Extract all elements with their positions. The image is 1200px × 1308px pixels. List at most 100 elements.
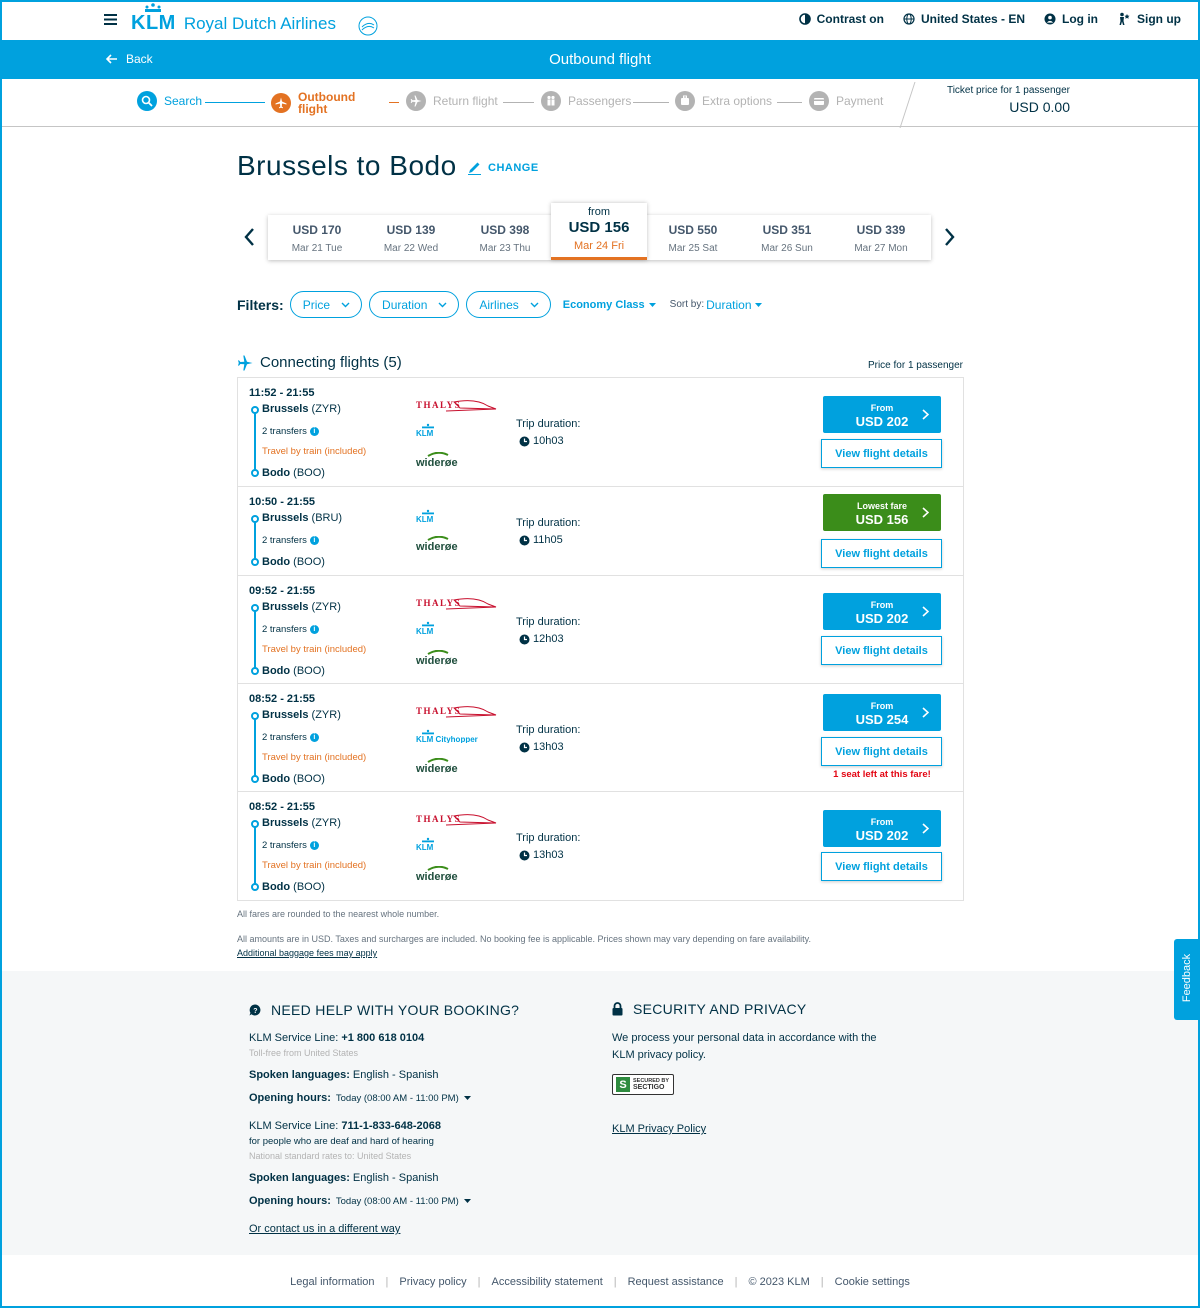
destination-city: Bodo bbox=[262, 665, 291, 677]
request-assistance-link[interactable]: Request assistance bbox=[628, 1276, 724, 1288]
signup-label: Sign up bbox=[1137, 12, 1181, 26]
price-filter[interactable]: Price bbox=[289, 291, 363, 318]
filter-label: Duration bbox=[382, 297, 428, 312]
change-route-button[interactable]: CHANGE bbox=[467, 160, 539, 175]
view-flight-details-button[interactable]: View flight details bbox=[821, 539, 942, 568]
select-fare-button[interactable]: From USD 202 bbox=[823, 396, 941, 433]
baggage-fees-link[interactable]: Additional baggage fees may apply bbox=[237, 948, 377, 958]
view-flight-details-button[interactable]: View flight details bbox=[821, 636, 942, 665]
view-flight-details-button[interactable]: View flight details bbox=[821, 439, 942, 468]
date-option[interactable]: USD 339 Mar 27 Mon bbox=[834, 215, 928, 260]
help-title: NEED HELP WITH YOUR BOOKING? bbox=[271, 1002, 520, 1018]
contrast-label: Contrast on bbox=[816, 12, 884, 26]
ticket-price-label: Ticket price for 1 passenger bbox=[946, 85, 1070, 96]
previous-dates-button[interactable] bbox=[244, 227, 256, 247]
chevron-left-icon bbox=[244, 228, 254, 246]
transfers-label: 2 transfers bbox=[262, 840, 307, 851]
date-option[interactable]: USD 139 Mar 22 Wed bbox=[364, 215, 458, 260]
filter-label: Price bbox=[302, 297, 331, 312]
trip-duration-label: Trip duration: bbox=[516, 418, 581, 430]
date-price: USD 339 bbox=[856, 223, 906, 237]
cookie-settings-link[interactable]: Cookie settings bbox=[835, 1276, 910, 1288]
luggage-icon bbox=[675, 91, 695, 111]
signup-person-icon bbox=[1119, 12, 1130, 25]
origin-dot bbox=[251, 515, 259, 523]
airline-name: KLM Cityhopper bbox=[416, 735, 478, 743]
legal-information-link[interactable]: Legal information bbox=[290, 1276, 374, 1288]
phone-number[interactable]: +1 800 618 0104 bbox=[341, 1032, 424, 1044]
thalys-logo: THALYS bbox=[416, 398, 498, 418]
date-label: Mar 24 Fri bbox=[573, 240, 625, 252]
origin-dot bbox=[251, 820, 259, 828]
signup-link[interactable]: Sign up bbox=[1117, 12, 1181, 26]
duration-filter[interactable]: Duration bbox=[369, 291, 460, 318]
wideroe-logo: widerøe bbox=[416, 536, 466, 552]
pencil-icon bbox=[468, 162, 481, 175]
contrast-toggle[interactable]: Contrast on bbox=[798, 12, 884, 26]
feedback-tab[interactable]: Feedback bbox=[1174, 939, 1200, 1020]
date-label: Mar 21 Tue bbox=[291, 243, 343, 254]
cabin-class-selector[interactable]: Economy Class bbox=[563, 299, 656, 311]
destination-city: Bodo bbox=[262, 773, 291, 785]
itinerary-line bbox=[254, 607, 256, 669]
lock-icon bbox=[612, 1002, 623, 1016]
origin-dot bbox=[251, 712, 259, 720]
phone-number[interactable]: 711-1-833-648-2068 bbox=[341, 1120, 441, 1132]
thalys-logo: THALYS bbox=[416, 596, 498, 616]
step-search[interactable]: Search bbox=[137, 91, 202, 111]
contact-us-link[interactable]: Or contact us in a different way bbox=[249, 1223, 400, 1235]
airline-name: KLM bbox=[416, 515, 434, 523]
date-option[interactable]: USD 170 Mar 21 Tue bbox=[270, 215, 364, 260]
destination-code: (BOO) bbox=[293, 467, 325, 479]
clock-icon bbox=[519, 436, 530, 446]
cabin-label: Economy Class bbox=[562, 298, 645, 311]
results-heading: Connecting flights (5) bbox=[237, 354, 402, 371]
step-connector bbox=[503, 102, 534, 103]
sort-selector[interactable]: Duration bbox=[706, 298, 762, 312]
plane-icon bbox=[271, 93, 291, 113]
transfers-info[interactable]: 2 transfers i bbox=[262, 732, 319, 743]
select-fare-button[interactable]: From USD 254 bbox=[823, 694, 941, 731]
transfers-label: 2 transfers bbox=[262, 535, 307, 546]
date-price: USD 398 bbox=[480, 223, 530, 237]
opening-hours-toggle[interactable]: Opening hours: Today (08:00 AM - 11:00 P… bbox=[249, 1092, 471, 1104]
view-flight-details-button[interactable]: View flight details bbox=[821, 737, 942, 766]
view-flight-details-button[interactable]: View flight details bbox=[821, 852, 942, 881]
next-dates-button[interactable] bbox=[943, 227, 955, 247]
date-option[interactable]: USD 398 Mar 23 Thu bbox=[458, 215, 552, 260]
step-label: Payment bbox=[836, 94, 884, 108]
klm-airline-logo: KLM bbox=[416, 509, 446, 523]
login-link[interactable]: Log in bbox=[1044, 12, 1098, 26]
date-option-selected[interactable]: from USD 156 Mar 24 Fri bbox=[551, 203, 647, 260]
menu-icon[interactable] bbox=[104, 14, 117, 25]
transfers-info[interactable]: 2 transfers i bbox=[262, 535, 319, 546]
accessibility-link[interactable]: Accessibility statement bbox=[491, 1276, 602, 1288]
languages-value: English - Spanish bbox=[352, 1069, 439, 1081]
languages-label: Spoken languages: bbox=[249, 1069, 353, 1081]
date-option[interactable]: USD 351 Mar 26 Sun bbox=[740, 215, 834, 260]
airline-name: KLM bbox=[416, 843, 434, 851]
opening-hours-toggle[interactable]: Opening hours: Today (08:00 AM - 11:00 P… bbox=[249, 1195, 471, 1207]
spoken-languages: Spoken languages: English - Spanish bbox=[249, 1069, 439, 1081]
step-label: Search bbox=[164, 94, 203, 108]
privacy-policy-link[interactable]: KLM Privacy Policy bbox=[612, 1123, 706, 1135]
help-footer: ? NEED HELP WITH YOUR BOOKING? KLM Servi… bbox=[0, 971, 1200, 1255]
flight-times: 11:52 - 21:55 bbox=[249, 387, 315, 399]
klm-logo[interactable]: KLM Royal Dutch Airlines bbox=[131, 12, 336, 35]
privacy-policy-footer-link[interactable]: Privacy policy bbox=[399, 1276, 466, 1288]
destination-dot bbox=[251, 775, 259, 783]
select-fare-button[interactable]: From USD 202 bbox=[823, 593, 941, 630]
select-fare-button[interactable]: From USD 202 bbox=[823, 810, 941, 847]
airlines-filter[interactable]: Airlines bbox=[466, 291, 551, 318]
transfers-info[interactable]: 2 transfers i bbox=[262, 426, 319, 437]
chevron-right-icon bbox=[922, 507, 929, 518]
transfers-label: 2 transfers bbox=[262, 624, 307, 635]
destination-city: Bodo bbox=[262, 467, 291, 479]
info-icon: i bbox=[309, 733, 319, 742]
plane-icon bbox=[406, 91, 426, 111]
transfers-info[interactable]: 2 transfers i bbox=[262, 624, 319, 635]
transfers-info[interactable]: 2 transfers i bbox=[262, 840, 319, 851]
date-option[interactable]: USD 550 Mar 25 Sat bbox=[646, 215, 740, 260]
select-fare-button[interactable]: Lowest fare USD 156 bbox=[823, 494, 941, 531]
locale-selector[interactable]: United States - EN bbox=[903, 12, 1025, 26]
